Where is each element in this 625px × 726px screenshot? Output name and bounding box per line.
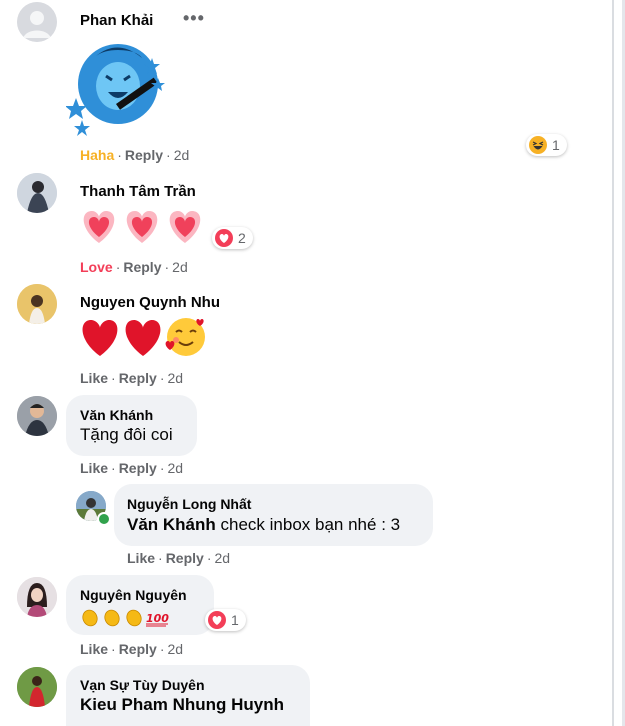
comment-actions: Like · Reply · 2d [80,460,184,476]
reply-text: Văn Khánh check inbox bạn nhé : 3 [127,515,401,534]
timestamp[interactable]: 2d [167,641,183,657]
user-photo-icon [17,284,57,324]
comment-actions: Like · Reply · 2d [80,641,184,657]
like-link[interactable]: Like [80,460,108,476]
timestamp[interactable]: 2d [174,147,190,163]
comment-author[interactable]: Thanh Tâm Trần [80,183,196,200]
comment-author[interactable]: Văn Khánh [80,407,153,423]
reaction-label[interactable]: Haha [80,147,114,163]
love-icon [208,611,226,629]
timestamp[interactable]: 2d [167,460,183,476]
avatar[interactable] [17,396,57,436]
avatar[interactable] [17,577,57,617]
scroll-divider [612,0,614,726]
reaction-summary[interactable]: 2 [212,227,253,249]
like-link[interactable]: Like [127,550,155,566]
timestamp[interactable]: 2d [172,259,188,275]
comment-author[interactable]: Phan Khải [80,12,153,29]
comment-actions: Love · Reply · 2d [80,259,188,275]
mention-tag[interactable]: Văn Khánh [127,515,216,534]
comment-actions: Haha · Reply · 2d [80,147,190,163]
reaction-label[interactable]: Love [80,259,113,275]
avatar[interactable] [17,667,57,707]
sticker [65,38,166,138]
sparkling-heart-icon [83,211,201,243]
user-photo-icon [17,173,57,213]
comment-author[interactable]: Vạn Sự Tùy Duyên [80,677,205,693]
svg-text:100: 100 [146,612,169,625]
timestamp[interactable]: 2d [214,550,230,566]
avatar[interactable] [17,173,57,213]
emoji-reactions [78,316,210,358]
reply-link[interactable]: Reply [125,147,163,163]
comment-actions: Like · Reply · 2d [80,370,184,386]
online-status-icon [97,512,111,526]
like-link[interactable]: Like [80,641,108,657]
reply-actions: Like · Reply · 2d [127,550,231,566]
user-photo-icon [17,396,57,436]
comment-text: Tặng đôi coi [80,425,173,444]
love-icon [215,229,233,247]
default-avatar-icon [17,2,57,42]
laughing-sticker-icon [65,44,165,136]
reaction-count: 2 [238,230,246,246]
reply-link[interactable]: Reply [119,370,157,386]
more-options-icon[interactable]: ••• [183,8,205,29]
avatar[interactable] [17,2,57,42]
like-link[interactable]: Like [80,370,108,386]
haha-icon [529,136,547,154]
mention-tag[interactable]: Kieu Pham Nhung Huynh [80,695,284,715]
red-heart-icon [82,318,205,356]
user-photo-icon [17,577,57,617]
reply-author[interactable]: Nguyễn Long Nhất [127,496,251,512]
timestamp[interactable]: 2d [167,370,183,386]
reaction-count: 1 [552,137,560,153]
user-photo-icon [17,667,57,707]
reply-link[interactable]: Reply [123,259,161,275]
emoji-text: 👏👏👏💯 100 [80,606,172,628]
emoji-hearts [78,205,210,247]
reaction-count: 1 [231,612,239,628]
reaction-summary[interactable]: 1 [526,134,567,156]
reply-link[interactable]: Reply [119,641,157,657]
reply-link[interactable]: Reply [119,460,157,476]
comment-author[interactable]: Nguyen Quynh Nhu [80,294,220,311]
reply-link[interactable]: Reply [166,550,204,566]
comment-author[interactable]: Nguyên Nguyên [80,587,187,603]
reaction-summary[interactable]: 1 [205,609,246,631]
avatar[interactable] [17,284,57,324]
